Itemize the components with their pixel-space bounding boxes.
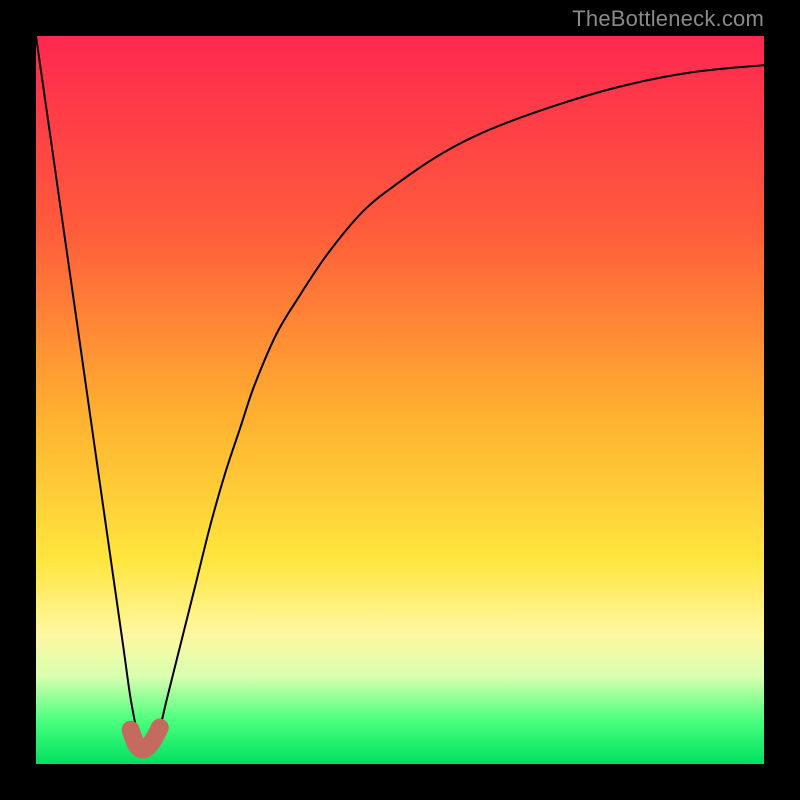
curve-svg — [36, 36, 764, 764]
watermark-text: TheBottleneck.com — [572, 6, 764, 32]
bottleneck-curve-path — [36, 36, 764, 750]
optimal-marker — [131, 728, 160, 750]
bottleneck-curve — [36, 36, 764, 750]
chart-frame: TheBottleneck.com — [0, 0, 800, 800]
optimal-marker-path — [131, 728, 160, 750]
plot-area — [36, 36, 764, 764]
